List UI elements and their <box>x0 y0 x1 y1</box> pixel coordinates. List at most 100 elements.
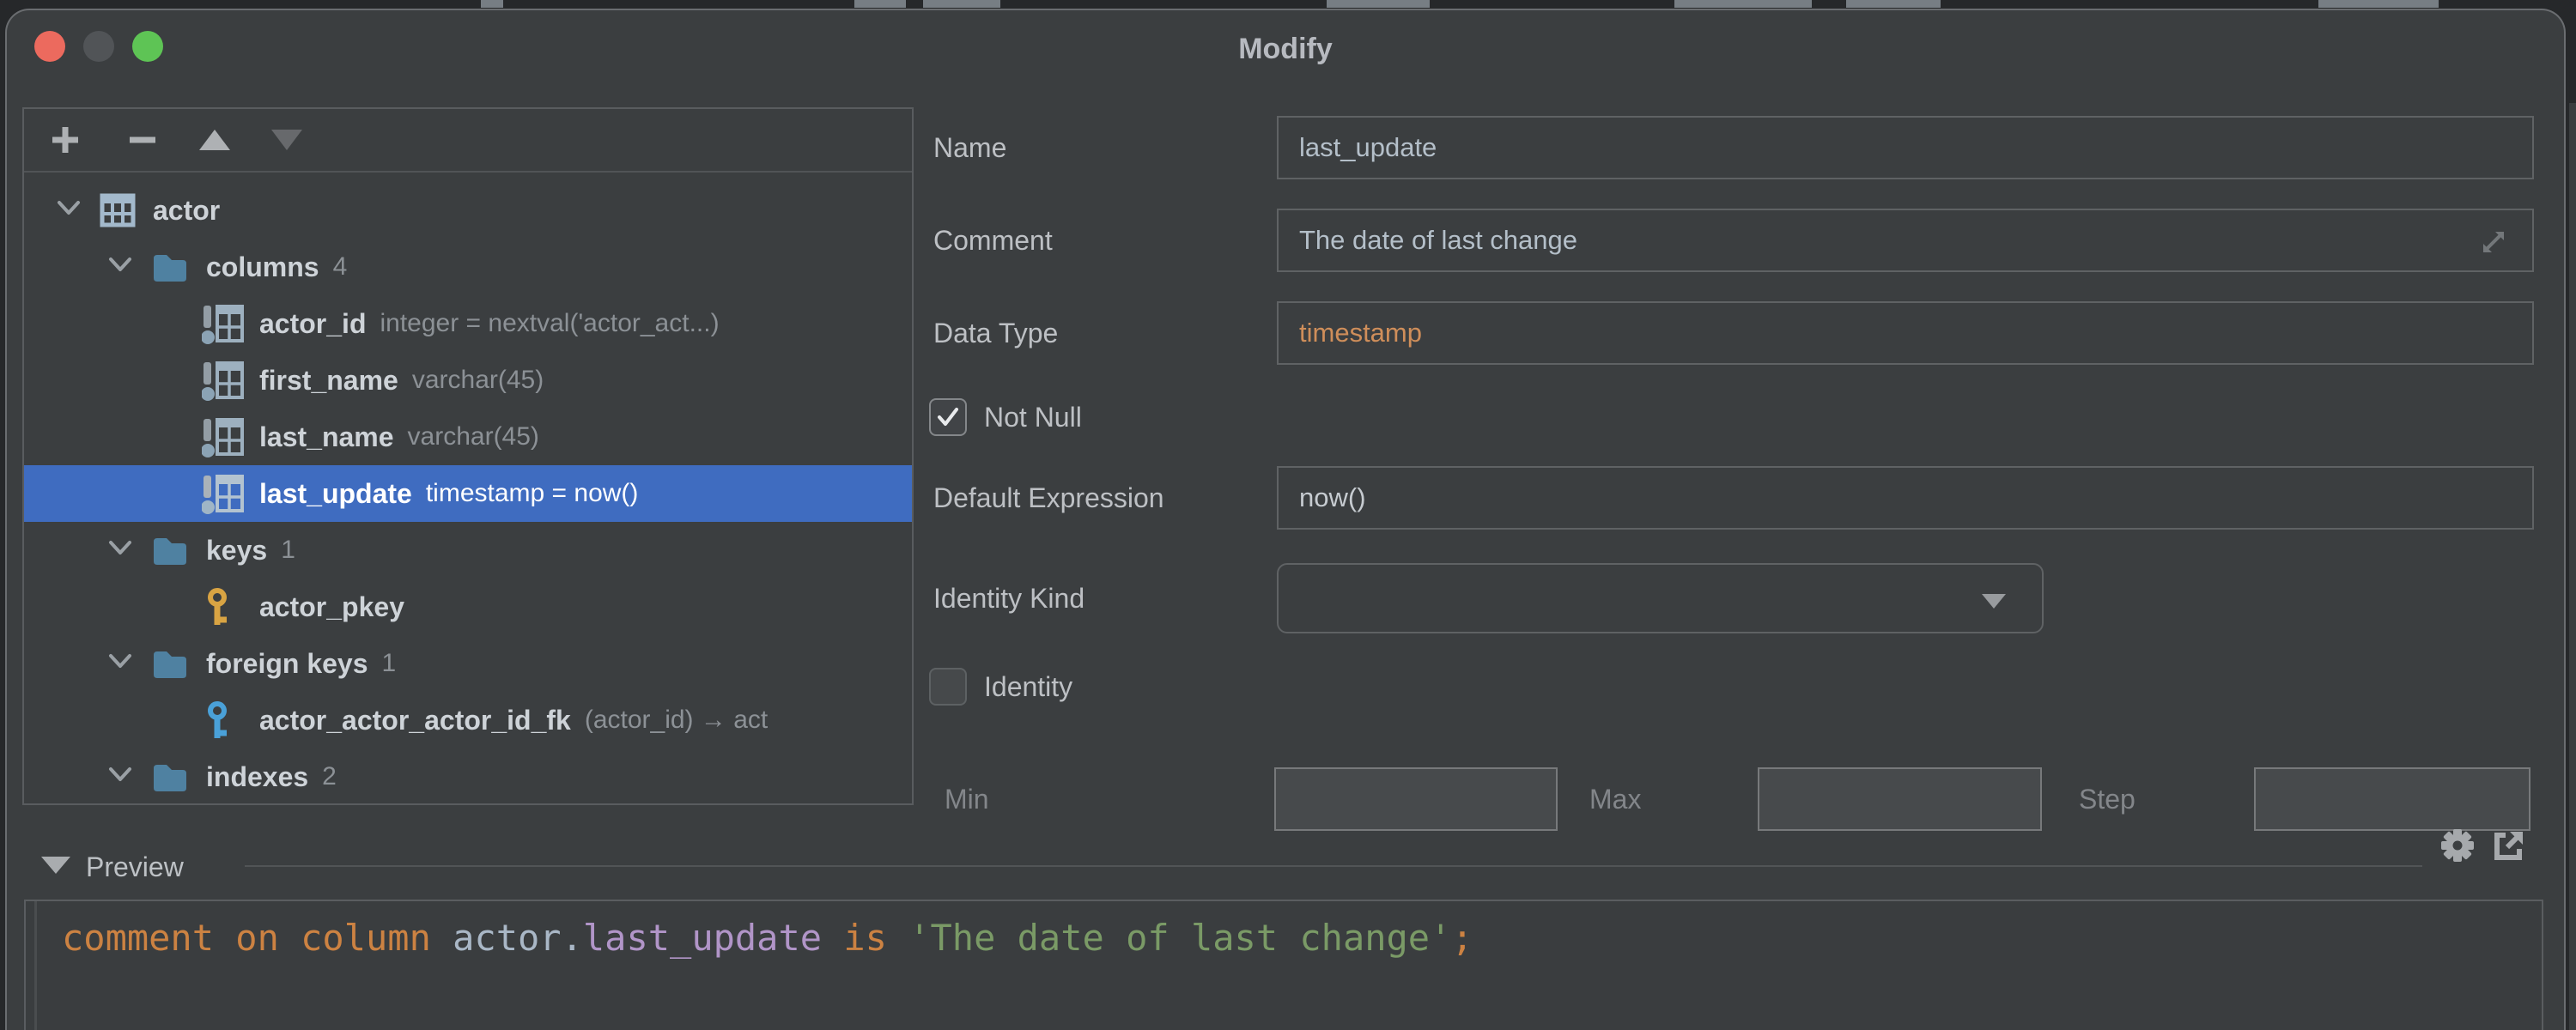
key-icon <box>208 588 227 625</box>
tree-item-label: actor_id <box>259 307 367 339</box>
plus-icon <box>52 127 78 153</box>
tree-item-keys[interactable]: keys 1 <box>24 522 912 579</box>
editor-gutter <box>34 901 37 1030</box>
external-link-icon <box>2494 832 2523 860</box>
tree-item-detail: varchar(45) <box>411 366 544 394</box>
step-input[interactable] <box>2254 767 2530 831</box>
chevron-down-icon[interactable] <box>54 197 83 220</box>
tree-item-label: columns <box>206 251 319 282</box>
preview-label[interactable]: Preview <box>86 848 184 886</box>
default-expression-input[interactable]: now() <box>1277 466 2534 530</box>
tree-item-foreign-keys[interactable]: foreign keys 1 <box>24 635 912 692</box>
tree-item-count: 1 <box>381 649 397 677</box>
tree-item-actor-pkey[interactable]: actor_pkey <box>24 579 912 635</box>
default-expression-label: Default Expression <box>933 482 1164 513</box>
tree-item-label: last_name <box>259 421 394 452</box>
max-input[interactable] <box>1758 767 2042 831</box>
move-up-button[interactable] <box>196 121 234 159</box>
background-window-fragment <box>923 0 1000 8</box>
tree-item-detail: (actor_id) → act <box>584 706 769 734</box>
identity-checkbox[interactable] <box>929 668 967 706</box>
table-icon <box>100 193 136 227</box>
folder-icon <box>154 765 186 791</box>
tree-item-label: actor_actor_actor_id_fk <box>259 704 571 736</box>
name-input[interactable]: last_update <box>1277 116 2534 179</box>
move-down-button[interactable] <box>268 121 306 159</box>
column-icon <box>202 305 244 344</box>
comment-value: The date of last change <box>1299 225 1578 255</box>
folder-icon <box>154 255 186 282</box>
chevron-down-icon[interactable] <box>106 254 135 276</box>
step-label: Step <box>2079 783 2136 815</box>
tree-item-detail: integer = nextval('actor_act...) <box>380 309 720 337</box>
tree-item-count: 4 <box>332 252 348 281</box>
triangle-down-icon <box>271 130 302 150</box>
folder-icon <box>154 538 186 565</box>
remove-button[interactable] <box>124 121 161 159</box>
checkmark-icon <box>938 408 958 426</box>
not-null-checkbox[interactable] <box>929 398 967 436</box>
folder-icon <box>154 651 186 678</box>
identity-kind-label: Identity Kind <box>933 582 1085 614</box>
tree-item-last-update[interactable]: last_update timestamp = now() <box>24 465 912 522</box>
tree-item-columns[interactable]: columns 4 <box>24 239 912 295</box>
data-type-label: Data Type <box>933 317 1059 348</box>
settings-button[interactable] <box>2439 827 2476 863</box>
triangle-up-icon <box>199 130 230 150</box>
column-icon <box>202 418 244 457</box>
name-value: last_update <box>1299 132 1437 162</box>
column-icon <box>202 475 244 514</box>
preview-separator <box>245 865 2422 867</box>
min-label: Min <box>945 783 989 815</box>
tree-item-count: 1 <box>281 536 295 564</box>
chevron-down-icon[interactable] <box>106 651 135 673</box>
key-icon <box>208 701 227 738</box>
tree-item-label: indexes <box>206 760 309 792</box>
background-window-fragment <box>1846 0 1941 8</box>
data-type-value: timestamp <box>1299 318 1422 348</box>
comment-label: Comment <box>933 224 1053 256</box>
tree-item-label: foreign keys <box>206 647 368 679</box>
sql-statement: comment on column actor.last_update is '… <box>62 917 1473 959</box>
background-window-fragment <box>1674 0 1812 8</box>
background-window-fragment <box>854 0 906 8</box>
comment-input[interactable]: The date of last change <box>1277 209 2534 272</box>
chevron-down-icon[interactable] <box>106 764 135 786</box>
tree-item-first-name[interactable]: first_name varchar(45) <box>24 352 912 409</box>
modify-dialog: Modify actor columns 4 actor_id integer … <box>5 9 2566 1030</box>
dialog-title: Modify <box>1238 33 1333 65</box>
background-window-fragment <box>481 0 503 8</box>
preview-collapse-icon[interactable] <box>41 857 70 874</box>
structure-tree-panel: actor columns 4 actor_id integer = nextv… <box>22 107 914 805</box>
data-type-input[interactable]: timestamp <box>1277 301 2534 365</box>
tree-item-actor[interactable]: actor <box>24 182 912 239</box>
background-window-fragment <box>2318 0 2439 8</box>
sql-preview-editor[interactable]: comment on column actor.last_update is '… <box>24 900 2543 1030</box>
tree-item-label: actor_pkey <box>259 591 404 622</box>
tree-toolbar <box>24 109 912 173</box>
background-window-edge <box>2569 103 2576 1030</box>
identity-kind-select[interactable] <box>1277 563 2044 633</box>
minus-icon <box>130 136 155 143</box>
screen: Modify actor columns 4 actor_id integer … <box>0 0 2576 1030</box>
gear-icon <box>2441 829 2474 862</box>
name-label: Name <box>933 131 1007 163</box>
tree-item-detail: varchar(45) <box>407 422 539 451</box>
tree-item-detail: timestamp = now() <box>425 479 639 507</box>
tree-item-label: first_name <box>259 364 398 396</box>
tree-item-label: last_update <box>259 477 412 509</box>
open-in-editor-button[interactable] <box>2491 827 2527 863</box>
chevron-down-icon[interactable] <box>106 537 135 560</box>
column-icon <box>202 361 244 401</box>
tree-item-actor-id[interactable]: actor_id integer = nextval('actor_act...… <box>24 295 912 352</box>
tree-item-indexes[interactable]: indexes 2 <box>24 748 912 803</box>
tree-item-actor-fk[interactable]: actor_actor_actor_id_fk (actor_id) → act <box>24 692 912 748</box>
tree-item-label: keys <box>206 534 268 566</box>
add-button[interactable] <box>46 121 84 159</box>
background-window-fragment <box>1327 0 1430 8</box>
max-label: Max <box>1589 783 1642 815</box>
tree-item-last-name[interactable]: last_name varchar(45) <box>24 409 912 465</box>
expand-field-icon[interactable] <box>2476 224 2512 260</box>
dropdown-arrow-icon <box>1982 594 2006 609</box>
min-input[interactable] <box>1274 767 1558 831</box>
